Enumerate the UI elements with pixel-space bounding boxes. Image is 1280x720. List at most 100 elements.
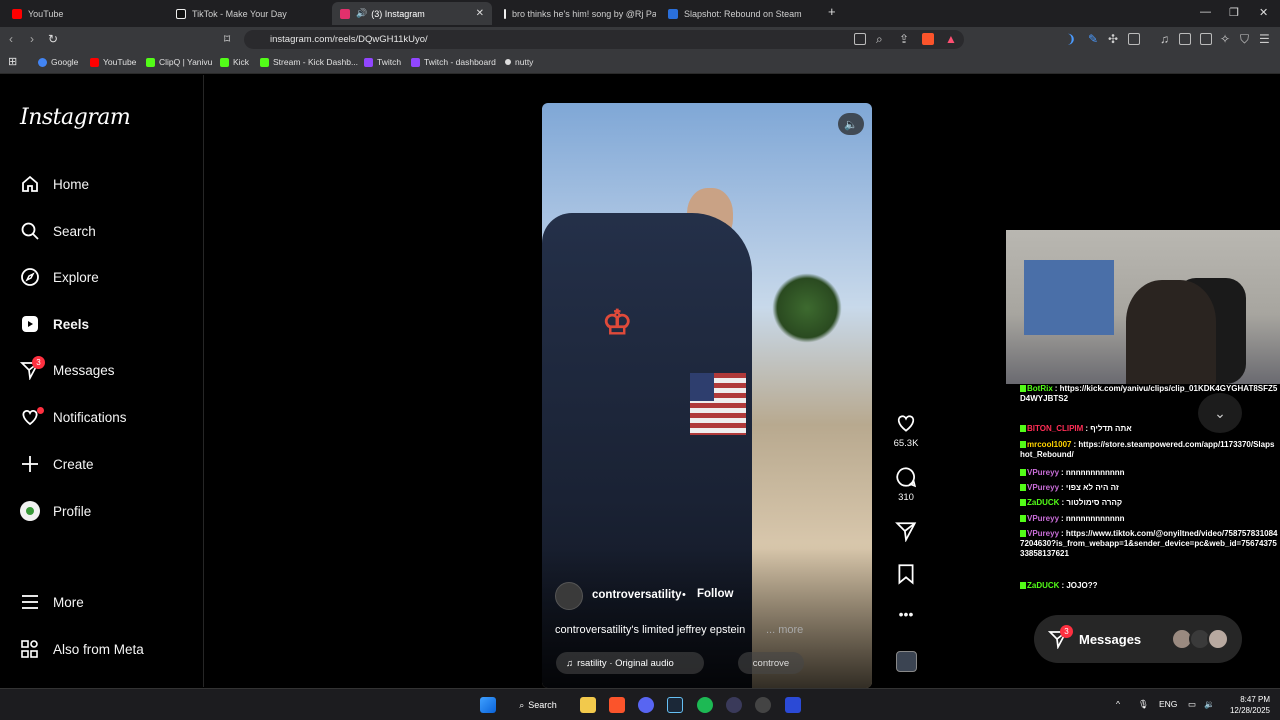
menu-icon[interactable]: ☰ (1259, 32, 1270, 46)
reel-caption: controversatility's limited jeffrey epst… (555, 624, 746, 636)
more-options-button[interactable]: ••• (893, 606, 919, 622)
mute-button[interactable]: 🔈 (838, 113, 864, 135)
audio-thumbnail[interactable] (896, 651, 917, 672)
tab-youtube[interactable]: YouTube (4, 2, 164, 25)
app-icon[interactable] (726, 697, 742, 713)
nav-also-from-meta[interactable]: Also from Meta (20, 637, 144, 661)
google-icon (38, 57, 47, 67)
app2-icon[interactable] (785, 697, 801, 713)
leo-icon[interactable]: ✧ (1220, 32, 1230, 46)
bookmark-youtube[interactable]: YouTube (90, 57, 136, 67)
brave-icon[interactable] (609, 697, 625, 713)
nav-create[interactable]: Create (20, 452, 94, 476)
wallet2-icon[interactable] (1200, 33, 1212, 45)
volume-icon[interactable]: 🔉 (1204, 699, 1215, 710)
instagram-logo[interactable]: Instagram (20, 105, 131, 130)
share-icon[interactable]: ⇪ (899, 32, 909, 46)
microphone-icon[interactable]: 🎙 (1138, 699, 1149, 710)
taskbar-clock[interactable]: 8:47 PM 12/28/2025 (1222, 694, 1270, 716)
tab-song[interactable]: bro thinks he's him! song by @Rj Pa... (496, 2, 656, 25)
nav-more[interactable]: More (20, 590, 84, 614)
comment-button[interactable] (893, 466, 919, 493)
close-tab-icon[interactable]: ✕ (476, 8, 484, 19)
brave-shield-icon[interactable] (922, 33, 934, 45)
bookmark-clipq[interactable]: ClipQ | Yanivu (146, 57, 212, 67)
ellipsis-icon: ••• (898, 606, 914, 622)
sidebar-icon[interactable] (1179, 33, 1191, 45)
nav-notifications[interactable]: Notifications (20, 405, 127, 429)
bookmark-twitch-dashboard[interactable]: Twitch - dashboard (411, 57, 496, 67)
author-avatar[interactable] (555, 582, 583, 610)
avatar-icon (20, 501, 40, 521)
tray-expand-icon[interactable]: ^ (1116, 699, 1120, 709)
caption-more-link[interactable]: ... more (766, 624, 803, 636)
chat-message: BotRix: https://kick.com/yanivu/clips/cl… (1020, 384, 1278, 403)
tab-instagram[interactable]: 🔊 (3) Instagram ✕ (332, 2, 492, 25)
chat-message: VPureyy: nnnnnnnnnnnn (1020, 468, 1278, 478)
language-indicator[interactable]: ENG (1159, 699, 1177, 709)
music-icon[interactable]: ♫ (1160, 32, 1169, 46)
obs-icon[interactable] (755, 697, 771, 713)
kick-badge-icon (1020, 530, 1026, 538)
kick-icon (260, 57, 269, 67)
chat-text: זה היה לא צפוי (1065, 483, 1119, 492)
new-tab-icon[interactable]: + (828, 4, 836, 19)
tab-steam[interactable]: Slapshot: Rebound on Steam (660, 2, 820, 25)
bookmark-kick-dashboard[interactable]: Stream - Kick Dashb... (260, 57, 358, 67)
bookmark-google[interactable]: Google (38, 57, 78, 67)
nav-label: Create (53, 456, 94, 472)
discord-icon[interactable] (638, 697, 654, 713)
audio-pill[interactable]: ♫ rsatility · Original audio (556, 652, 704, 674)
nav-profile[interactable]: Profile (20, 499, 91, 523)
close-window-icon[interactable]: ✕ (1259, 6, 1268, 19)
windows-start-icon[interactable] (480, 697, 496, 713)
bookmark-icon[interactable]: ⌑ (224, 32, 230, 46)
translate-icon[interactable]: ✎ (1088, 32, 1098, 46)
save-button[interactable] (893, 563, 919, 590)
wallet-icon[interactable] (1128, 33, 1140, 45)
chat-user: BotRix (1027, 384, 1053, 393)
taskbar-search[interactable]: ⌕ Search (510, 694, 566, 716)
spotify-icon[interactable] (697, 697, 713, 713)
apps-icon[interactable]: ⊞ (8, 55, 17, 68)
bookmark-icon (898, 564, 914, 585)
nav-home[interactable]: Home (20, 172, 89, 196)
clock-time: 8:47 PM (1240, 695, 1270, 704)
chat-user: BITON_CLIPIM (1027, 424, 1084, 433)
bookmark-label: Google (51, 57, 79, 67)
zoom-icon[interactable]: ⌕ (876, 32, 883, 47)
brave-rewards-icon[interactable]: ▲ (945, 32, 957, 46)
chat-user: VPureyy (1027, 483, 1060, 492)
messages-pill[interactable]: 3 Messages (1034, 615, 1242, 663)
vpn-icon[interactable]: ⛉ (1240, 32, 1249, 47)
nav-reels[interactable]: Reels (20, 312, 89, 336)
audio-pill-secondary[interactable]: controve (738, 652, 804, 674)
reload-icon[interactable]: ↻ (48, 32, 58, 46)
bookmark-twitch[interactable]: Twitch (364, 57, 401, 67)
tab-label: TikTok - Make Your Day (192, 8, 287, 19)
author-name[interactable]: controversatility (592, 589, 681, 601)
nav-messages[interactable]: 3 Messages (20, 356, 115, 382)
bookmark-kick[interactable]: Kick (220, 57, 249, 67)
forward-icon[interactable]: › (30, 32, 34, 46)
nav-label: Notifications (53, 409, 127, 425)
restore-icon[interactable]: ❐ (1229, 6, 1239, 19)
network-icon[interactable]: ▭ (1188, 699, 1196, 710)
scroll-down-button[interactable]: ⌄ (1198, 393, 1242, 433)
nav-explore[interactable]: Explore (20, 265, 99, 289)
like-count: 65.3K (893, 438, 919, 449)
extension-icon[interactable]: ❩ (1066, 32, 1076, 46)
nav-search[interactable]: Search (20, 219, 96, 243)
like-button[interactable] (893, 412, 919, 439)
share-button[interactable] (893, 520, 919, 547)
follow-button[interactable]: Follow (697, 588, 733, 600)
back-icon[interactable]: ‹ (9, 32, 13, 46)
minimize-icon[interactable]: — (1200, 6, 1211, 18)
bookmark-nutty[interactable]: nutty (505, 57, 533, 67)
messages-pill-label: Messages (1079, 631, 1142, 647)
tab-tiktok[interactable]: TikTok - Make Your Day (168, 2, 328, 25)
steam-icon[interactable] (667, 697, 683, 713)
file-explorer-icon[interactable] (580, 697, 596, 713)
puzzle-icon[interactable]: ✣ (1108, 32, 1118, 46)
cast-icon[interactable] (854, 33, 866, 45)
